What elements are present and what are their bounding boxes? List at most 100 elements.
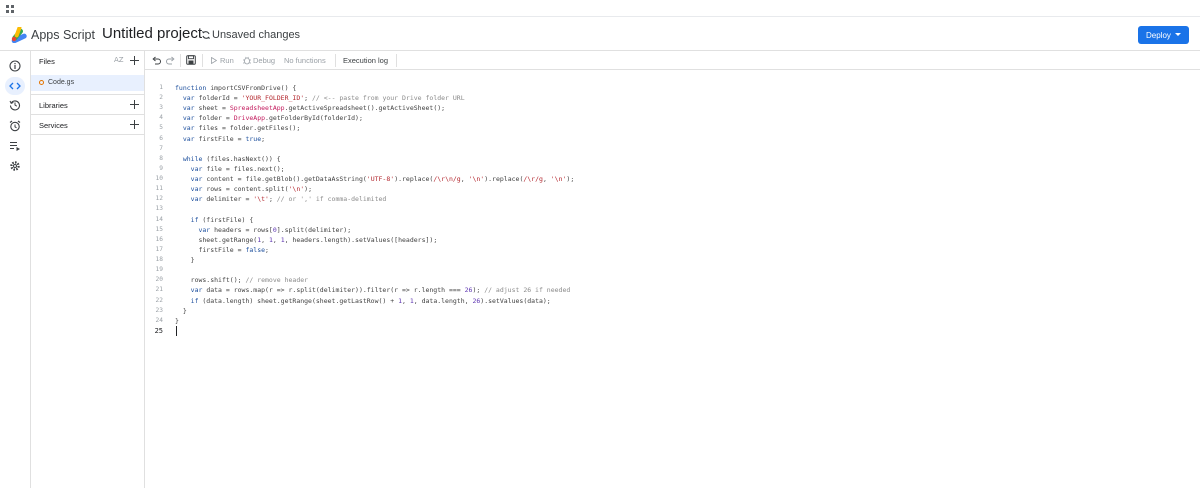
code-text[interactable]: var content = file.getBlob().getDataAsSt… <box>175 175 575 183</box>
code-text[interactable]: var folderId = 'YOUR_FOLDER_ID'; // <-- … <box>175 94 465 102</box>
debug-button[interactable]: Debug <box>253 56 275 65</box>
code-text[interactable]: var folder = DriveApp.getFolderById(fold… <box>175 114 363 122</box>
code-line[interactable]: 21 var data = rows.map(r => r.split(deli… <box>145 285 1200 295</box>
code-text[interactable]: var sheet = SpreadsheetApp.getActiveSpre… <box>175 104 445 112</box>
code-line[interactable]: 20 rows.shift(); // remove header <box>145 275 1200 285</box>
code-text[interactable]: var firstFile = true; <box>175 135 265 143</box>
code-line[interactable]: 18 } <box>145 255 1200 265</box>
code-line[interactable]: 15 var headers = rows[0].split(delimiter… <box>145 225 1200 235</box>
code-text[interactable]: var headers = rows[0].split(delimiter); <box>175 226 351 234</box>
alarm-clock-icon <box>9 120 21 132</box>
code-line[interactable]: 2 var folderId = 'YOUR_FOLDER_ID'; // <-… <box>145 93 1200 103</box>
playlist-play-icon <box>10 141 20 151</box>
code-line[interactable]: 14 if (firstFile) { <box>145 215 1200 225</box>
code-line[interactable]: 5 var files = folder.getFiles(); <box>145 123 1200 133</box>
code-line[interactable]: 8 while (files.hasNext()) { <box>145 154 1200 164</box>
rail-item-editor[interactable] <box>5 77 25 95</box>
code-line[interactable]: 4 var folder = DriveApp.getFolderById(fo… <box>145 113 1200 123</box>
rail-item-overview[interactable] <box>8 59 22 73</box>
toolbar-divider <box>396 54 397 67</box>
apps-grid-icon[interactable] <box>6 5 14 13</box>
code-text[interactable]: var files = folder.getFiles(); <box>175 124 300 132</box>
code-text[interactable]: firstFile = false; <box>175 246 268 254</box>
code-line[interactable]: 13 <box>145 204 1200 214</box>
file-item[interactable]: Code.gs <box>31 75 144 91</box>
code-line[interactable]: 9 var file = files.next(); <box>145 164 1200 174</box>
code-text[interactable]: while (files.hasNext()) { <box>175 155 281 163</box>
code-text[interactable]: var data = rows.map(r => r.split(delimit… <box>175 286 571 294</box>
code-line[interactable]: 1 function importCSVFromDrive() { <box>145 83 1200 93</box>
execution-log-button[interactable]: Execution log <box>343 56 388 65</box>
save-icon[interactable] <box>186 55 196 65</box>
run-button[interactable]: Run <box>220 56 234 65</box>
services-row[interactable]: Services <box>31 115 144 135</box>
add-service-icon[interactable] <box>130 120 139 129</box>
code-line[interactable]: 6 var firstFile = true; <box>145 134 1200 144</box>
code-text[interactable]: } <box>175 256 195 264</box>
line-number: 5 <box>159 124 163 132</box>
sort-az-icon[interactable]: AZ <box>114 56 124 64</box>
line-number: 19 <box>155 266 163 274</box>
code-line[interactable]: 3 var sheet = SpreadsheetApp.getActiveSp… <box>145 103 1200 113</box>
code-text[interactable]: } <box>175 307 187 315</box>
code-text[interactable]: } <box>175 317 179 325</box>
code-text[interactable]: if (firstFile) { <box>175 216 254 224</box>
code-text[interactable]: var delimiter = '\t'; // or ',' if comma… <box>175 195 387 203</box>
code-text[interactable]: if (data.length) sheet.getRange(sheet.ge… <box>175 297 551 305</box>
code-text[interactable]: rows.shift(); // remove header <box>175 276 308 284</box>
code-line[interactable]: 23 } <box>145 306 1200 316</box>
add-library-icon[interactable] <box>130 100 139 109</box>
chevron-down-icon[interactable] <box>1175 33 1181 36</box>
file-type-icon <box>39 80 44 85</box>
undo-icon[interactable] <box>152 56 161 65</box>
code-line[interactable]: 24} <box>145 316 1200 326</box>
line-number: 18 <box>155 256 163 264</box>
code-text[interactable]: function importCSVFromDrive() { <box>175 84 296 92</box>
line-number: 4 <box>159 114 163 122</box>
toolbar-divider <box>335 54 336 67</box>
code-line[interactable]: 10 var content = file.getBlob().getDataA… <box>145 174 1200 184</box>
code-line[interactable]: 12 var delimiter = '\t'; // or ',' if co… <box>145 194 1200 204</box>
code-line[interactable]: 17 firstFile = false; <box>145 245 1200 255</box>
apps-script-logo-icon <box>11 27 27 43</box>
deploy-label: Deploy <box>1146 30 1171 40</box>
code-line[interactable]: 22 if (data.length) sheet.getRange(sheet… <box>145 296 1200 306</box>
files-header: Files AZ <box>31 51 144 71</box>
line-number: 15 <box>155 225 163 233</box>
line-number: 22 <box>155 296 163 304</box>
libraries-label: Libraries <box>39 101 68 110</box>
code-line[interactable]: 16 sheet.getRange(1, 1, 1, headers.lengt… <box>145 235 1200 245</box>
line-number: 3 <box>159 104 163 112</box>
deploy-button[interactable]: Deploy <box>1138 26 1189 44</box>
code-line[interactable]: 11 var rows = content.split('\n'); <box>145 184 1200 194</box>
rail-item-settings[interactable] <box>8 159 22 173</box>
add-file-icon[interactable] <box>130 56 139 65</box>
function-select[interactable]: No functions <box>284 56 326 65</box>
rail-item-triggers[interactable] <box>8 119 22 133</box>
libraries-row[interactable]: Libraries <box>31 95 144 115</box>
code-text[interactable]: var rows = content.split('\n'); <box>175 185 312 193</box>
app-header: Apps Script Untitled project Unsaved cha… <box>0 17 1200 51</box>
files-panel: Files AZ Code.gs Libraries Services <box>31 51 145 488</box>
project-title[interactable]: Untitled project <box>102 25 202 42</box>
line-number: 25 <box>154 326 163 335</box>
history-icon <box>9 100 21 111</box>
code-text[interactable]: var file = files.next(); <box>175 165 285 173</box>
divider <box>31 134 144 135</box>
code-line[interactable]: 19 <box>145 265 1200 275</box>
info-icon <box>9 60 21 72</box>
left-nav-rail <box>0 51 31 488</box>
rail-item-history[interactable] <box>8 98 22 112</box>
toolbar-divider <box>180 54 181 67</box>
line-number: 2 <box>159 94 163 102</box>
code-editor[interactable]: 1 function importCSVFromDrive() {2 var fo… <box>145 71 1200 488</box>
line-number: 13 <box>155 205 163 213</box>
bug-icon <box>243 56 251 65</box>
rail-item-executions[interactable] <box>8 139 22 153</box>
code-line[interactable]: 25 <box>145 325 1200 336</box>
line-number: 14 <box>155 215 163 223</box>
code-text[interactable]: sheet.getRange(1, 1, 1, headers.length).… <box>175 236 437 244</box>
line-number: 9 <box>159 164 163 172</box>
redo-icon[interactable] <box>166 56 175 65</box>
code-line[interactable]: 7 <box>145 144 1200 154</box>
